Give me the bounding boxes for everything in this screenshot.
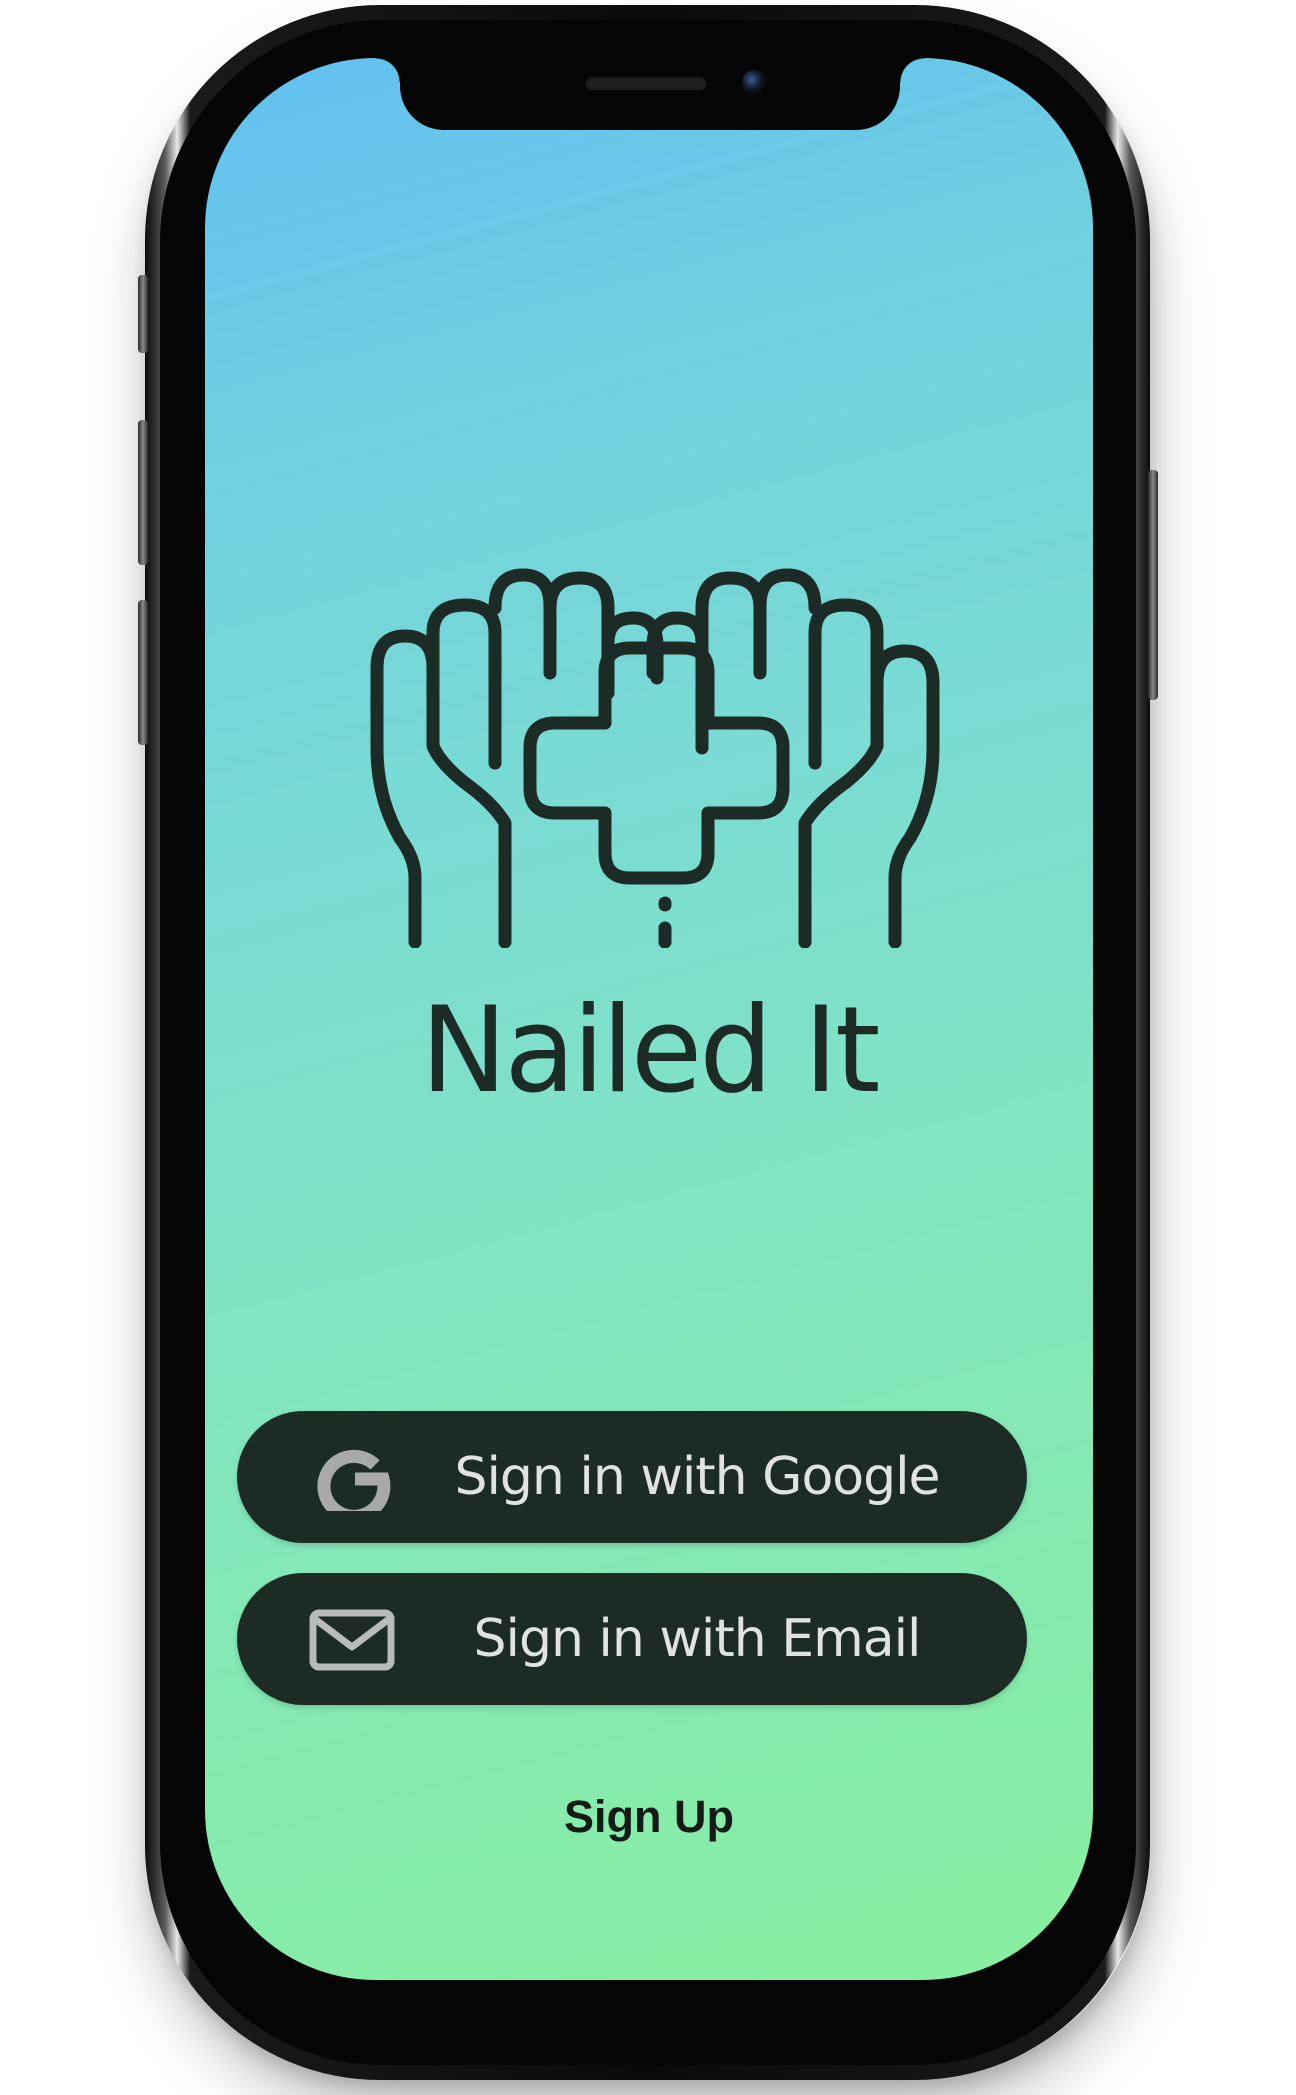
power-button [1148,470,1158,700]
app-screen: Nailed It Sign in with Google Sign in wi… [205,58,1093,1980]
sign-in-google-label: Sign in with Google [454,1447,940,1507]
sign-in-google-button[interactable]: Sign in with Google [237,1411,1027,1543]
hands-holding-medical-cross-icon [370,568,940,948]
sign-up-link[interactable]: Sign Up [205,1791,1093,1843]
google-g-icon [317,1449,391,1511]
sign-in-email-button[interactable]: Sign in with Email [237,1573,1027,1705]
app-title: Nailed It [420,981,881,1120]
envelope-icon [309,1609,395,1671]
device-mockup: Nailed It Sign in with Google Sign in wi… [0,0,1296,2095]
notch [376,58,924,130]
earpiece-speaker [585,76,707,90]
volume-down-button [138,600,148,745]
silent-switch [138,275,148,353]
volume-up-button [138,420,148,565]
front-camera [742,70,766,94]
sign-in-email-label: Sign in with Email [473,1609,921,1669]
